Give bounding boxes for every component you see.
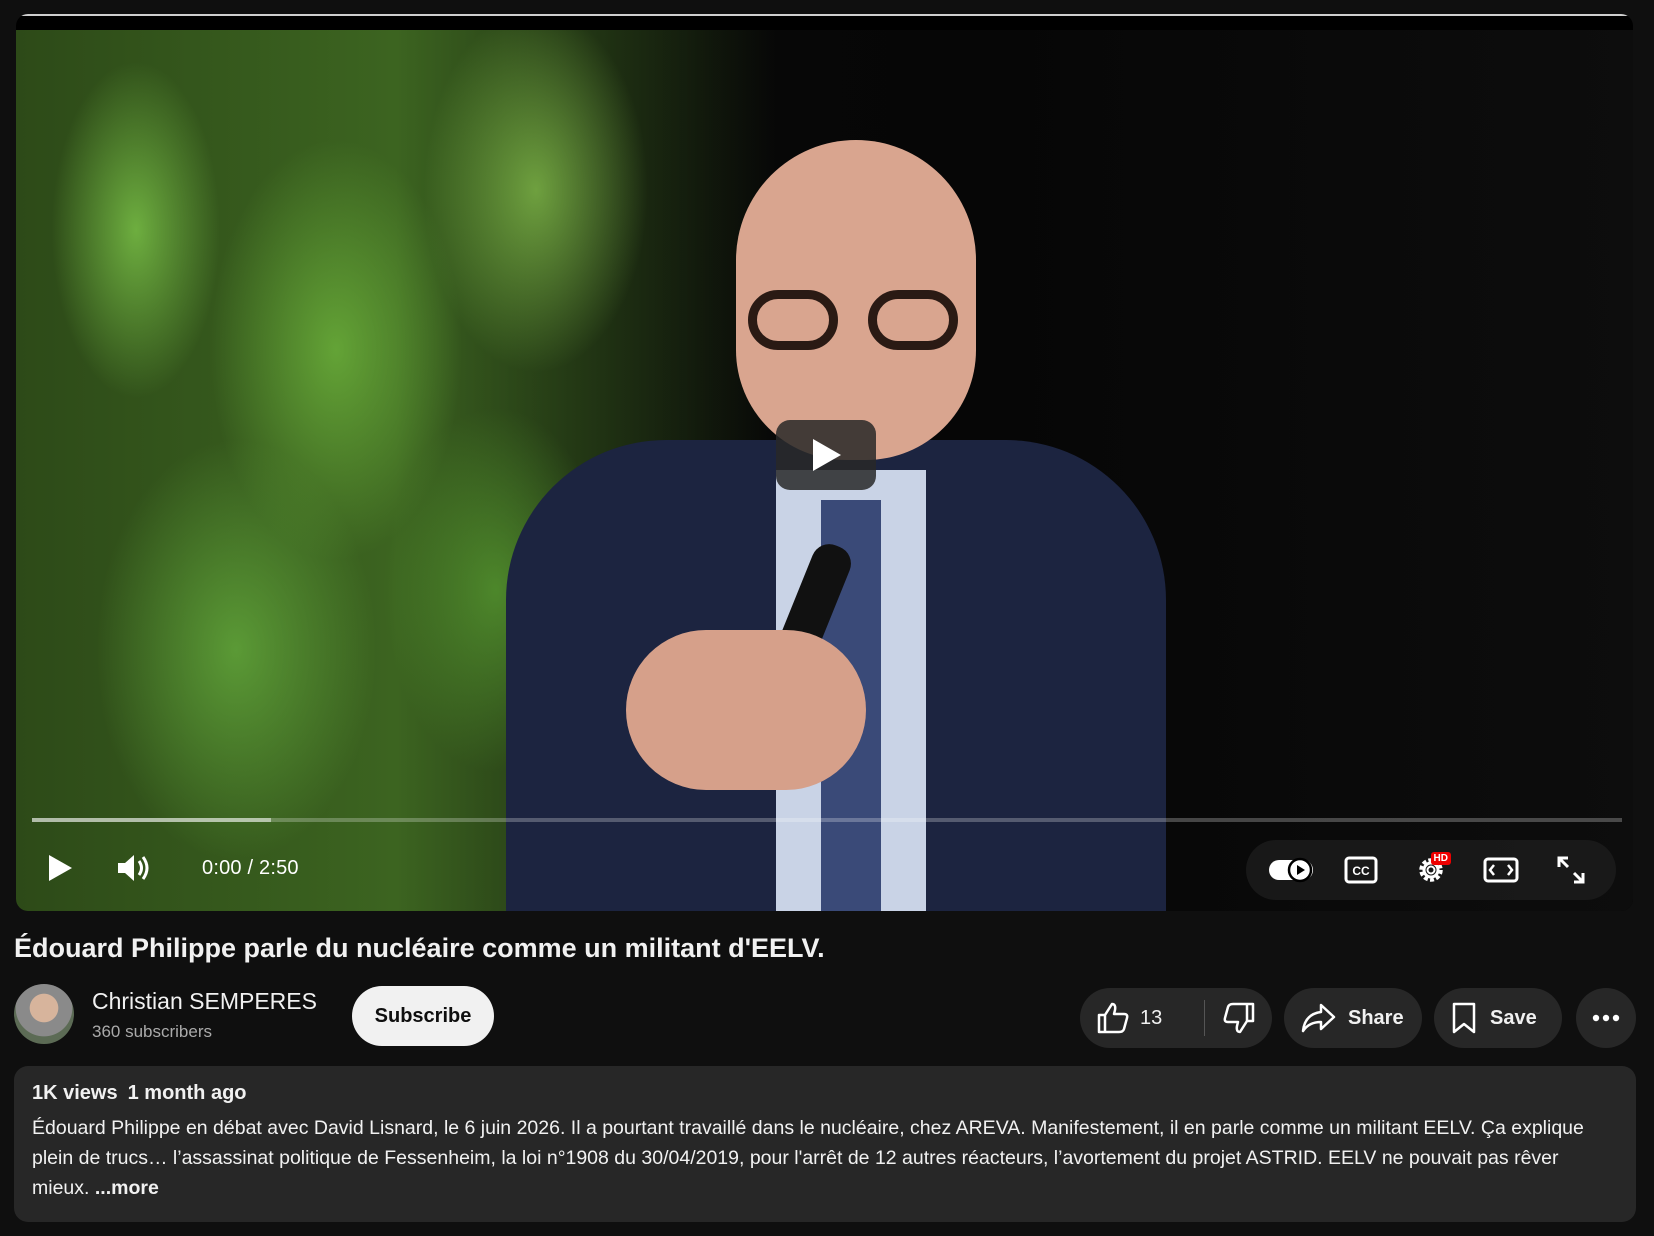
current-time: 0:00 xyxy=(202,856,242,879)
theater-mode-button[interactable] xyxy=(1475,844,1527,896)
fullscreen-icon xyxy=(1557,856,1585,884)
channel-avatar[interactable] xyxy=(14,984,74,1044)
autoplay-toggle[interactable] xyxy=(1265,844,1317,896)
autoplay-toggle-icon xyxy=(1269,857,1313,883)
save-label: Save xyxy=(1490,1006,1537,1029)
time-display: 0:00 / 2:50 xyxy=(202,857,299,880)
buffered-progress xyxy=(32,818,271,822)
description-text: Édouard Philippe en débat avec David Lis… xyxy=(32,1113,1618,1203)
time-separator: / xyxy=(241,856,260,879)
duration: 2:50 xyxy=(259,856,299,879)
subscriber-count: 360 subscribers xyxy=(92,1022,213,1041)
hd-badge: HD xyxy=(1430,852,1451,865)
subscribe-button[interactable]: Subscribe xyxy=(352,986,494,1046)
like-count: 13 xyxy=(1140,1006,1163,1029)
settings-button[interactable]: HD xyxy=(1405,844,1457,896)
channel-name[interactable]: Christian SEMPERES xyxy=(92,988,317,1015)
video-player[interactable]: 0:00 / 2:50 CC HD xyxy=(16,14,1633,911)
progress-bar[interactable] xyxy=(32,818,1622,822)
save-button[interactable]: Save xyxy=(1434,988,1562,1048)
dislike-button[interactable] xyxy=(1205,988,1272,1048)
theater-mode-icon xyxy=(1483,857,1519,883)
upload-age: 1 month ago xyxy=(127,1082,247,1104)
share-label: Share xyxy=(1348,1006,1404,1029)
captions-button[interactable]: CC xyxy=(1335,844,1387,896)
large-play-button[interactable] xyxy=(776,420,876,490)
play-icon xyxy=(49,855,72,881)
channel-row: Christian SEMPERES 360 subscribers Subsc… xyxy=(14,984,1636,1050)
top-divider xyxy=(16,14,1633,16)
volume-icon xyxy=(118,855,149,881)
share-icon xyxy=(1301,1003,1336,1033)
share-button[interactable]: Share xyxy=(1284,988,1422,1048)
volume-button[interactable] xyxy=(106,840,162,896)
thumbs-down-icon xyxy=(1223,1002,1254,1034)
thumbs-up-icon xyxy=(1097,1002,1129,1034)
like-dislike-group: 13 xyxy=(1080,988,1272,1048)
description-meta: 1K views 1 month ago xyxy=(32,1082,1618,1105)
show-more-link[interactable]: ...more xyxy=(95,1177,159,1199)
speaker-figure xyxy=(486,140,1186,911)
description-box[interactable]: 1K views 1 month ago Édouard Philippe en … xyxy=(14,1066,1636,1222)
bookmark-icon xyxy=(1452,1002,1476,1034)
description-body: Édouard Philippe en débat avec David Lis… xyxy=(32,1117,1584,1199)
right-controls: CC HD xyxy=(1246,840,1616,900)
svg-text:CC: CC xyxy=(1352,864,1370,878)
left-controls: 0:00 / 2:50 xyxy=(32,840,299,896)
more-horizontal-icon xyxy=(1592,1014,1620,1022)
play-icon xyxy=(813,439,841,471)
play-button[interactable] xyxy=(32,840,88,896)
like-button[interactable]: 13 xyxy=(1080,988,1204,1048)
fullscreen-button[interactable] xyxy=(1545,844,1597,896)
video-title: Édouard Philippe parle du nucléaire comm… xyxy=(14,933,825,963)
more-actions-button[interactable] xyxy=(1576,988,1636,1048)
cc-icon: CC xyxy=(1344,856,1378,884)
view-count: 1K views xyxy=(32,1082,118,1104)
